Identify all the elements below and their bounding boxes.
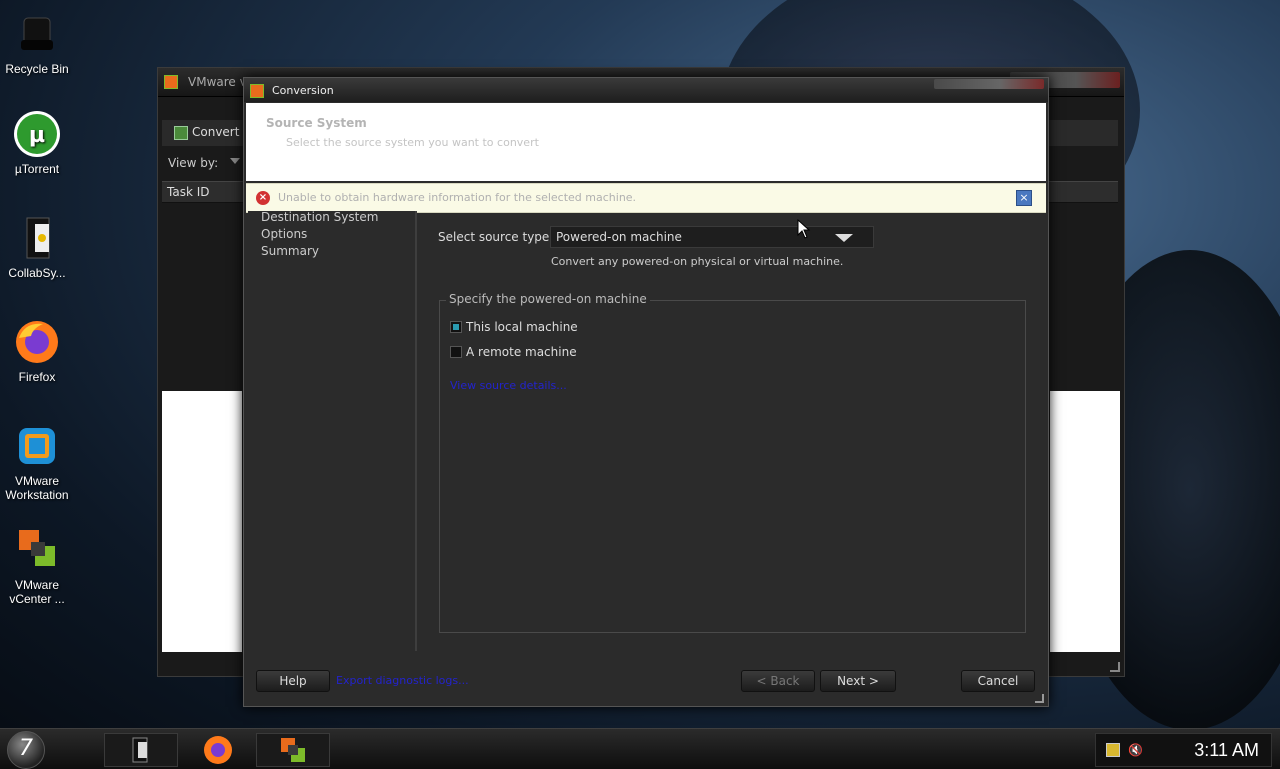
wizard-content: Select source type: Powered-on machine C… (422, 211, 1042, 651)
desktop-icon-label: CollabSy... (8, 266, 66, 280)
system-tray: 🔇 3:11 AM (1095, 733, 1272, 767)
view-by-dropdown-icon[interactable] (230, 158, 240, 164)
next-button[interactable]: Next > (820, 670, 896, 692)
desktop-icon-label: Recycle Bin (5, 62, 69, 76)
volume-muted-icon[interactable]: 🔇 (1128, 743, 1143, 757)
convert-icon (174, 126, 188, 140)
error-banner: × Unable to obtain hardware information … (246, 183, 1046, 213)
radio-label-local[interactable]: This local machine (466, 320, 578, 334)
source-type-dropdown[interactable]: Powered-on machine (550, 226, 874, 248)
wizard-footer: Help Export diagnostic logs... < Back Ne… (246, 661, 1046, 701)
dialog-app-icon (250, 84, 264, 98)
nav-item-summary[interactable]: Summary (261, 244, 319, 258)
source-type-value: Powered-on machine (556, 230, 682, 244)
desktop-icon-label: µTorrent (14, 162, 60, 176)
clock[interactable]: 3:11 AM (1194, 740, 1259, 761)
mouse-cursor-icon (797, 219, 811, 239)
error-icon: × (256, 191, 270, 205)
vmware-vcenter-icon (281, 738, 305, 762)
view-source-details-link[interactable]: View source details... (450, 379, 567, 392)
help-button[interactable]: Help (256, 670, 330, 692)
resize-grip-icon[interactable] (1035, 694, 1044, 703)
task-list-area (162, 391, 242, 652)
desktop-icon-utorrent[interactable]: µ µTorrent (0, 110, 74, 176)
export-diagnostic-logs-link[interactable]: Export diagnostic logs... (336, 674, 469, 687)
taskbar-item-firefox[interactable] (182, 733, 254, 767)
wizard-header: Source System Select the source system y… (246, 103, 1046, 181)
radio-this-local-machine[interactable] (450, 321, 462, 333)
back-button[interactable]: < Back (741, 670, 815, 692)
source-type-hint: Convert any powered-on physical or virtu… (551, 255, 844, 268)
radio-remote-machine[interactable] (450, 346, 462, 358)
svg-text:µ: µ (29, 123, 45, 148)
app-icon (164, 75, 178, 89)
collabsync-icon (13, 214, 61, 262)
dialog-title: Conversion (272, 84, 334, 97)
desktop-icon-label: VMware vCenter ... (9, 578, 65, 606)
radio-label-remote[interactable]: A remote machine (466, 345, 577, 359)
vmware-vcenter-icon (13, 526, 61, 574)
nav-item-destination-system[interactable]: Destination System (261, 210, 378, 224)
desktop-icon-recycle-bin[interactable]: Recycle Bin (0, 10, 74, 76)
group-legend: Specify the powered-on machine (446, 292, 650, 306)
close-icon[interactable]: × (1016, 190, 1032, 206)
desktop-icon-vmware-workstation[interactable]: VMware Workstation (0, 422, 74, 502)
dialog-window-controls[interactable] (934, 79, 1044, 89)
error-message: Unable to obtain hardware information fo… (278, 191, 637, 204)
source-type-label: Select source type: (438, 230, 554, 244)
step-title: Source System (266, 116, 367, 130)
conversion-dialog: Conversion Source System Select the sour… (243, 77, 1049, 707)
desktop-icon-firefox[interactable]: Firefox (0, 318, 74, 384)
firefox-icon (13, 318, 61, 366)
desktop-icon-vmware-vcenter[interactable]: VMware vCenter ... (0, 526, 74, 606)
chevron-down-icon[interactable] (835, 234, 853, 242)
desktop-icon-label: VMware Workstation (5, 474, 69, 502)
firefox-icon (204, 736, 232, 764)
taskbar-item-vmware-vcenter[interactable] (256, 733, 330, 767)
nav-item-options[interactable]: Options (261, 227, 307, 241)
resize-grip-icon[interactable] (1110, 662, 1120, 672)
utorrent-icon: µ (13, 110, 61, 158)
recycle-bin-icon (13, 10, 61, 58)
powered-on-machine-group: Specify the powered-on machine This loca… (439, 292, 1026, 633)
wizard-navigation: Destination System Options Summary (248, 210, 417, 651)
step-subtitle: Select the source system you want to con… (286, 136, 539, 149)
column-header-task-id[interactable]: Task ID (167, 185, 210, 199)
taskbar: 7 🔇 3:11 AM (0, 728, 1280, 769)
desktop-icon-collabsync[interactable]: CollabSy... (0, 214, 74, 280)
start-button[interactable]: 7 (7, 731, 45, 769)
dialog-titlebar[interactable] (244, 78, 1048, 102)
taskbar-item-collabsync[interactable] (104, 733, 178, 767)
view-by-label: View by: (168, 156, 219, 170)
desktop-icon-label: Firefox (18, 370, 56, 384)
vmware-workstation-icon (13, 422, 61, 470)
network-icon[interactable] (1106, 743, 1120, 757)
cancel-button[interactable]: Cancel (961, 670, 1035, 692)
details-area (1050, 391, 1120, 652)
collabsync-icon (132, 737, 148, 763)
